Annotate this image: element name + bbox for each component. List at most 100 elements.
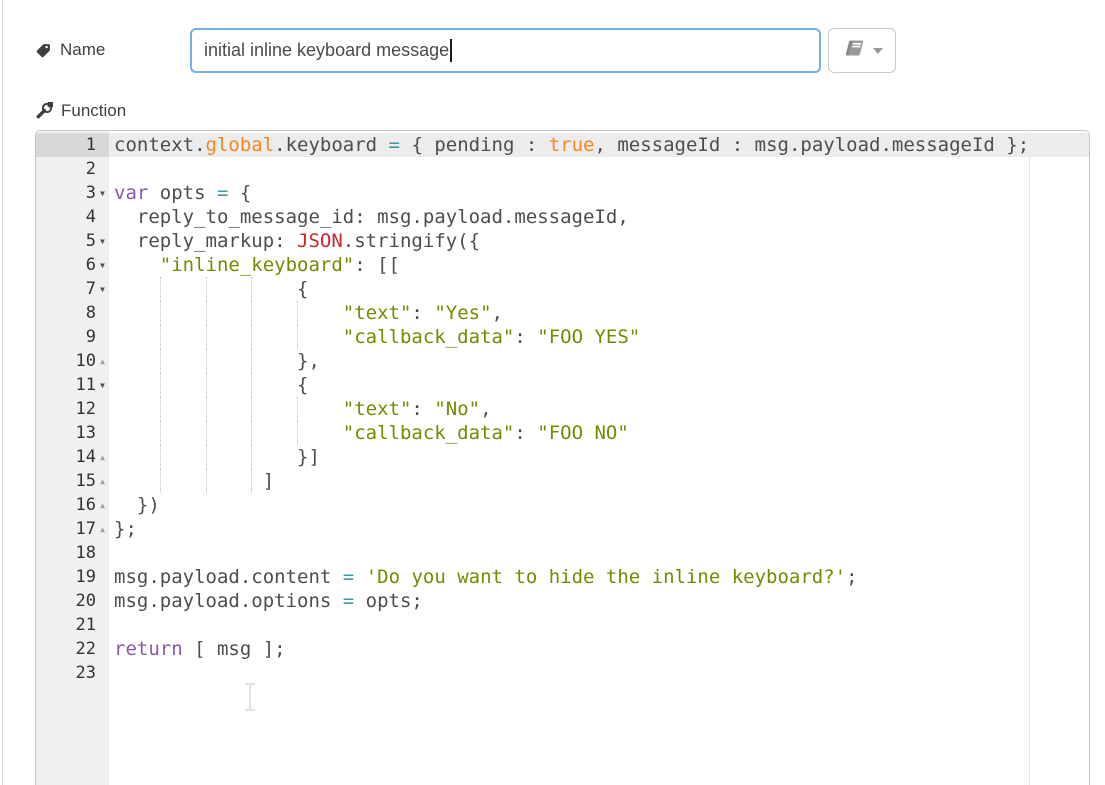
- name-field-label-row: Name: [35, 40, 105, 60]
- indent-guide: [206, 373, 207, 397]
- code-token: ;: [846, 566, 857, 588]
- code-line: },: [109, 349, 1089, 373]
- code-token: 'Do you want to hide the inline keyboard…: [366, 566, 846, 588]
- code-line: context.global.keyboard = { pending : tr…: [109, 133, 1089, 157]
- indent-guide: [160, 397, 161, 421]
- caret-down-icon: [873, 48, 883, 54]
- gutter-row: 22: [36, 637, 109, 661]
- tag-icon: [35, 42, 52, 59]
- fold-end-icon[interactable]: ▴: [96, 445, 109, 469]
- code-token: {: [228, 182, 251, 204]
- indent-guide: [297, 301, 298, 325]
- indent-guide: [251, 421, 252, 445]
- function-section-label: Function: [61, 101, 126, 121]
- indent-guide: [251, 277, 252, 301]
- code-token: :: [514, 422, 537, 444]
- code-token: [114, 326, 343, 348]
- code-token: [ msg ];: [183, 638, 286, 660]
- line-number: 2: [36, 157, 96, 181]
- editor-content[interactable]: context.global.keyboard = { pending : tr…: [109, 131, 1089, 785]
- code-token: =: [389, 134, 400, 156]
- code-token: }): [114, 494, 160, 516]
- fold-open-icon[interactable]: ▾: [96, 277, 109, 301]
- fold-open-icon[interactable]: ▾: [96, 229, 109, 253]
- gutter-row: 23: [36, 661, 109, 685]
- code-token: "inline_keyboard": [160, 254, 354, 276]
- code-token: .keyboard: [274, 134, 388, 156]
- gutter-row: 16▴: [36, 493, 109, 517]
- line-number: 15: [36, 469, 96, 493]
- indent-guide: [297, 421, 298, 445]
- code-token: [114, 302, 343, 324]
- code-token: ,: [492, 302, 503, 324]
- fold-open-icon[interactable]: ▾: [96, 181, 109, 205]
- code-token: "FOO YES": [537, 326, 640, 348]
- name-field-label: Name: [60, 40, 105, 60]
- indent-guide: [251, 445, 252, 469]
- code-token: :: [411, 398, 434, 420]
- line-number: 19: [36, 565, 96, 589]
- fold-open-icon[interactable]: ▾: [96, 253, 109, 277]
- editor-gutter: 123▾45▾6▾7▾8910▴11▾121314▴15▴16▴17▴18192…: [36, 131, 109, 785]
- code-token: .stringify({: [343, 230, 480, 252]
- code-line: };: [109, 517, 1089, 541]
- line-number: 18: [36, 541, 96, 565]
- indent-guide: [206, 277, 207, 301]
- gutter-row: 20: [36, 589, 109, 613]
- fold-open-icon[interactable]: ▾: [96, 373, 109, 397]
- line-number: 4: [36, 205, 96, 229]
- code-token: "No": [434, 398, 480, 420]
- line-number: 10: [36, 349, 96, 373]
- code-line: ]: [109, 469, 1089, 493]
- panel-left-edge: [2, 0, 3, 785]
- indent-guide: [160, 277, 161, 301]
- code-editor[interactable]: 123▾45▾6▾7▾8910▴11▾121314▴15▴16▴17▴18192…: [35, 130, 1090, 785]
- gutter-row: 19: [36, 565, 109, 589]
- line-number: 11: [36, 373, 96, 397]
- line-number: 20: [36, 589, 96, 613]
- code-token: {: [114, 374, 308, 396]
- gutter-row: 14▴: [36, 445, 109, 469]
- library-button[interactable]: [828, 28, 896, 73]
- function-node-edit-panel: Name initial inline keyboard message: [0, 0, 1105, 785]
- fold-end-icon[interactable]: ▴: [96, 493, 109, 517]
- line-number: 14: [36, 445, 96, 469]
- gutter-row: 18: [36, 541, 109, 565]
- code-line: {: [109, 277, 1089, 301]
- indent-guide: [160, 421, 161, 445]
- code-token: [114, 398, 343, 420]
- code-line: msg.payload.options = opts;: [109, 589, 1089, 613]
- line-number: 5: [36, 229, 96, 253]
- gutter-row: 11▾: [36, 373, 109, 397]
- fold-end-icon[interactable]: ▴: [96, 517, 109, 541]
- indent-guide: [297, 397, 298, 421]
- indent-guide: [206, 421, 207, 445]
- code-token: "text": [343, 398, 412, 420]
- code-line: "callback_data": "FOO NO": [109, 421, 1089, 445]
- text-caret: [450, 39, 452, 62]
- code-line: reply_markup: JSON.stringify({: [109, 229, 1089, 253]
- indent-guide: [206, 469, 207, 493]
- code-token: :: [411, 302, 434, 324]
- fold-end-icon[interactable]: ▴: [96, 349, 109, 373]
- wrench-icon: [35, 102, 53, 120]
- indent-guide: [206, 445, 207, 469]
- code-token: context.: [114, 134, 206, 156]
- code-token: "FOO NO": [537, 422, 629, 444]
- code-token: [114, 254, 160, 276]
- code-line: "text": "Yes",: [109, 301, 1089, 325]
- indent-guide: [251, 373, 252, 397]
- indent-guide: [251, 325, 252, 349]
- code-line: [109, 157, 1089, 181]
- code-token: reply_to_message_id: msg.payload.message…: [114, 206, 629, 228]
- indent-guide: [251, 349, 252, 373]
- gutter-row: 13: [36, 421, 109, 445]
- code-token: global: [206, 134, 275, 156]
- code-line: [109, 613, 1089, 637]
- indent-guide: [160, 445, 161, 469]
- code-token: :: [514, 326, 537, 348]
- name-input[interactable]: initial inline keyboard message: [190, 28, 821, 73]
- fold-end-icon[interactable]: ▴: [96, 469, 109, 493]
- line-number: 23: [36, 661, 96, 685]
- gutter-row: 15▴: [36, 469, 109, 493]
